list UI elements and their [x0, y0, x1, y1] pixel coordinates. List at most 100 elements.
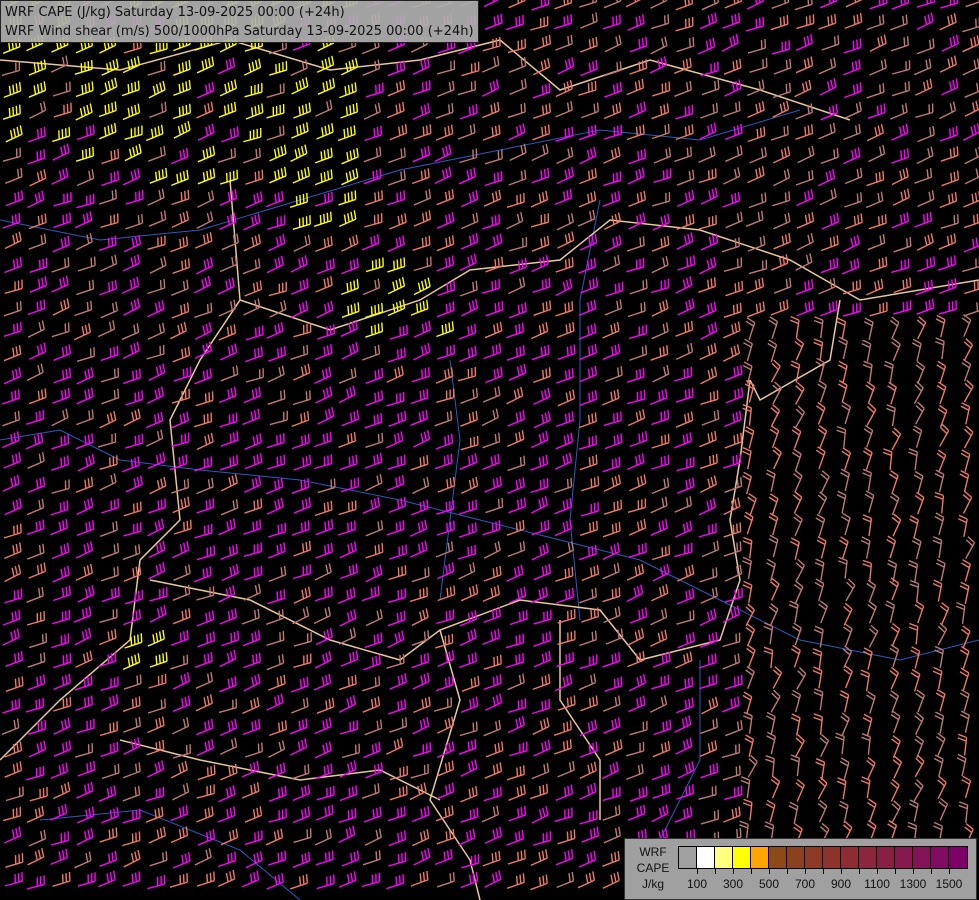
wind-barb	[52, 81, 71, 97]
wind-barb	[217, 277, 235, 295]
wind-barb	[100, 566, 119, 582]
wind-barb	[651, 545, 671, 561]
wind-barb	[196, 101, 214, 119]
wind-barb	[908, 622, 919, 645]
wind-barb	[338, 431, 357, 448]
wind-barb	[410, 870, 429, 887]
wind-barb	[765, 469, 776, 492]
wind-barb	[147, 278, 166, 295]
wind-barb	[700, 322, 718, 340]
wind-barb	[869, 34, 887, 52]
wind-barb	[530, 586, 548, 604]
wind-barb	[194, 322, 212, 340]
wind-barb	[891, 338, 901, 362]
wind-barb	[28, 829, 47, 847]
wind-barb	[194, 231, 213, 249]
wind-barb	[243, 127, 262, 143]
wind-barb	[291, 764, 310, 780]
wind-barb	[964, 167, 979, 185]
wind-barb	[913, 381, 924, 404]
wind-barb	[867, 103, 886, 119]
wind-barb	[530, 496, 548, 514]
wind-barb	[173, 80, 191, 97]
wind-barb	[362, 696, 381, 713]
wind-barb	[817, 379, 827, 403]
wind-barb	[796, 212, 815, 229]
wind-barb	[365, 520, 384, 537]
wind-barb	[533, 831, 552, 846]
wind-barb	[725, 387, 744, 404]
wind-barb	[52, 127, 71, 143]
wind-barb	[819, 734, 830, 758]
wind-barb	[843, 602, 853, 626]
wind-barb	[2, 806, 22, 822]
wind-barb	[26, 363, 44, 382]
wind-barb	[121, 80, 140, 97]
wind-barb	[531, 806, 549, 824]
wind-barb	[26, 498, 45, 516]
wind-barb	[723, 302, 742, 318]
wind-barb	[916, 12, 934, 31]
wind-barb	[484, 476, 502, 493]
wind-barb	[745, 16, 765, 32]
wind-barb	[581, 564, 600, 582]
wind-barb	[533, 300, 552, 316]
wind-barb	[677, 477, 695, 494]
wind-barb	[483, 720, 501, 737]
wind-barb	[626, 124, 645, 141]
wind-barb	[269, 410, 288, 426]
wind-barb	[483, 189, 502, 207]
wind-barb	[29, 169, 47, 187]
wind-barb	[389, 785, 408, 801]
wind-barb	[75, 563, 93, 581]
wind-barb	[772, 446, 782, 470]
wind-barb	[290, 676, 309, 693]
wind-barb	[387, 588, 407, 604]
wind-barb	[413, 342, 431, 361]
wind-barb	[53, 717, 71, 735]
wind-barb	[361, 585, 380, 602]
wind-barb	[26, 519, 45, 536]
wind-barb	[100, 676, 119, 691]
wind-barb	[244, 565, 263, 581]
wind-barb	[932, 666, 943, 690]
wind-barb	[677, 255, 696, 271]
wind-barb	[887, 381, 897, 405]
wind-barb	[554, 674, 573, 692]
wind-barb	[172, 695, 191, 712]
wind-barb	[914, 168, 933, 184]
wind-barb	[364, 828, 382, 846]
wind-barb	[389, 124, 408, 141]
wind-barb	[938, 797, 949, 821]
wind-barb	[626, 453, 645, 471]
wind-barb	[602, 850, 620, 867]
wind-barb	[314, 454, 333, 470]
wind-barb	[101, 498, 120, 514]
wind-barb	[963, 425, 974, 449]
wind-barb	[437, 80, 455, 98]
wind-barb	[910, 668, 921, 692]
wind-barb	[744, 426, 755, 449]
wind-barb	[796, 667, 807, 690]
wind-barb	[217, 147, 236, 163]
wind-barb	[459, 721, 478, 737]
wind-barb	[293, 454, 312, 471]
wind-barb	[889, 644, 900, 668]
wind-barb	[457, 544, 476, 560]
wind-barb	[554, 498, 572, 515]
wind-barb	[768, 493, 779, 516]
wind-barb	[361, 234, 380, 251]
legend-swatch	[859, 847, 877, 868]
wind-barb	[725, 211, 743, 229]
wind-barb	[461, 299, 479, 317]
wind-barb	[122, 696, 141, 712]
wind-barb	[482, 214, 501, 230]
wind-barb	[579, 520, 598, 536]
wind-barb	[266, 693, 284, 711]
wind-barb	[815, 513, 826, 537]
wind-barb	[868, 214, 887, 230]
wind-barb	[76, 279, 95, 296]
wind-barb	[578, 673, 597, 691]
wind-barb	[364, 632, 383, 649]
wind-barb	[267, 454, 286, 470]
